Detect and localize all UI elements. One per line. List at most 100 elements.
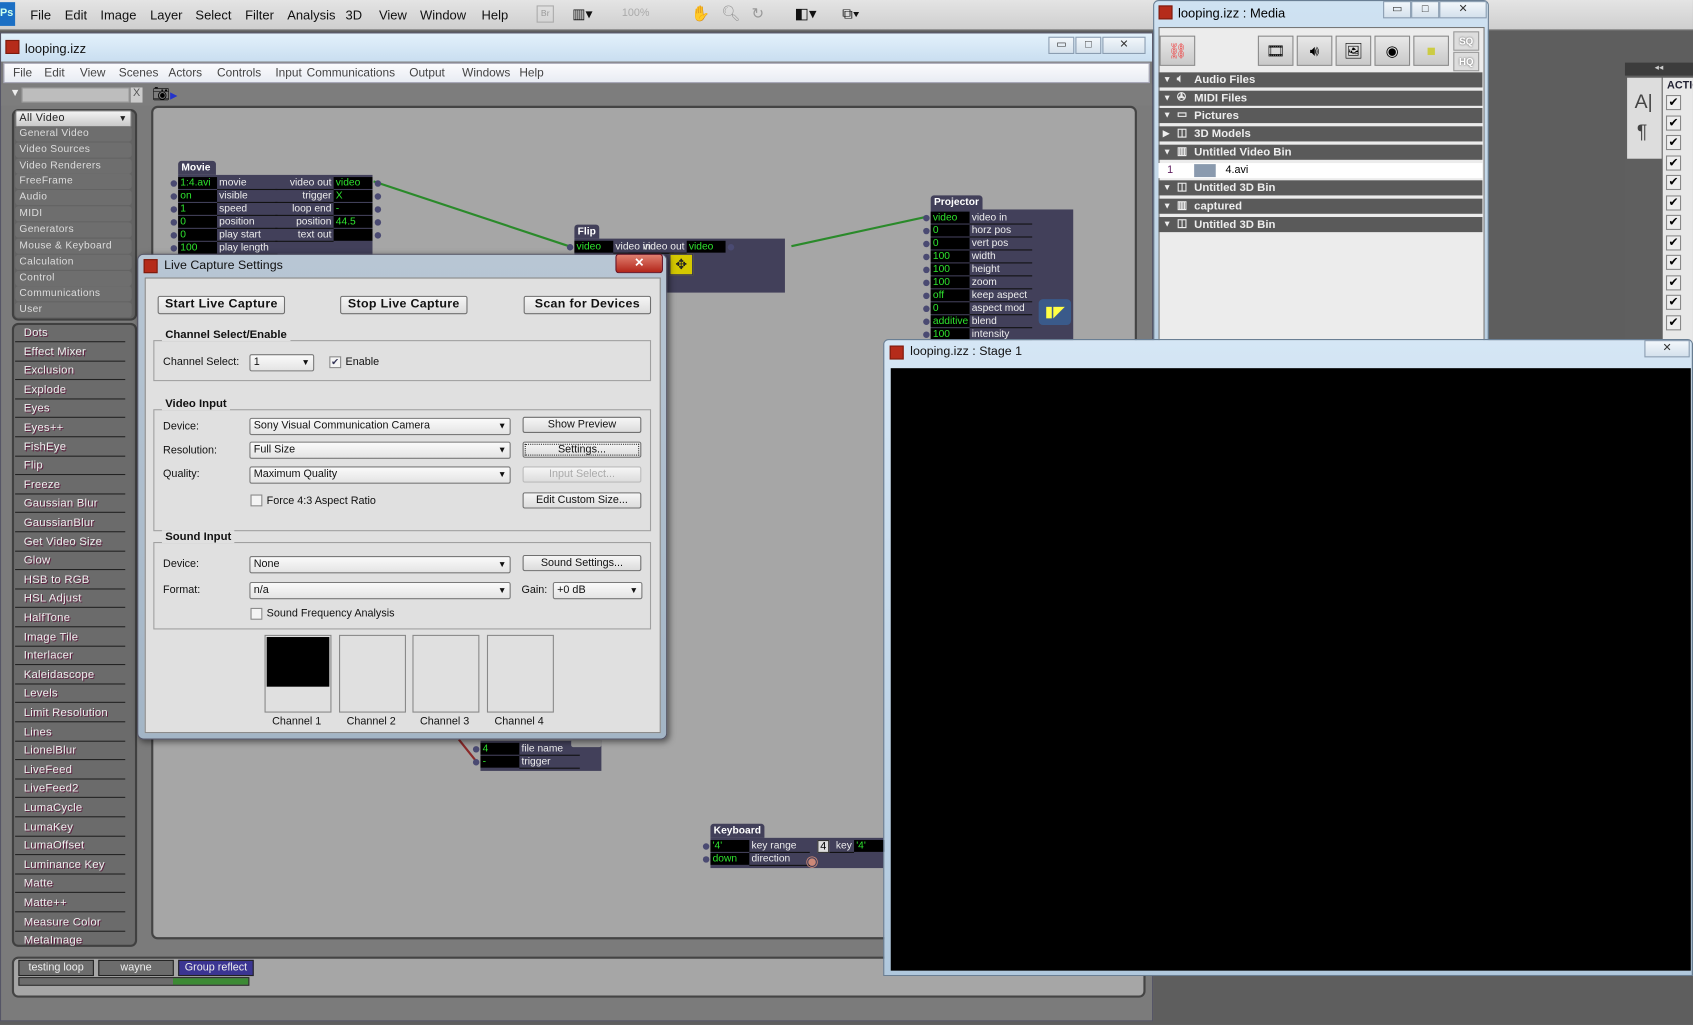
input-value[interactable]: off [930, 289, 970, 302]
input-port[interactable] [923, 214, 930, 222]
input-value[interactable]: 100 [930, 276, 970, 289]
input-port[interactable] [923, 292, 930, 300]
input-value[interactable]: 0 [930, 237, 970, 250]
channel-preview[interactable] [412, 634, 480, 713]
input-value[interactable]: 4 [480, 742, 520, 755]
sound-device-dropdown[interactable]: None [249, 556, 511, 574]
output-value: 44.5 [333, 215, 373, 228]
settings-button[interactable]: Settings... [522, 441, 642, 458]
input-select-button[interactable]: Input Select... [522, 466, 642, 483]
video-device-label: Device: [163, 421, 200, 433]
input-value[interactable]: '4' [710, 840, 750, 852]
input-value[interactable]: on [178, 190, 218, 202]
channel-preview[interactable] [339, 634, 406, 713]
input-value[interactable]: down [710, 852, 750, 865]
input-value[interactable]: 0 [178, 228, 218, 241]
output-value: video [333, 177, 373, 189]
actor-title: Projector [930, 195, 983, 210]
gain-dropdown[interactable]: +0 dB [552, 581, 643, 600]
input-port[interactable] [472, 759, 480, 766]
input-value[interactable]: 1 [178, 202, 218, 215]
force-aspect-label: Force 4:3 Aspect Ratio [266, 495, 376, 508]
channel-label: Channel 2 [346, 715, 396, 728]
input-port[interactable] [170, 245, 178, 252]
channel-preview[interactable] [264, 634, 332, 713]
edit-custom-size-button[interactable]: Edit Custom Size... [522, 492, 642, 509]
sound-frequency-checkbox[interactable] [250, 607, 263, 620]
sound-input-label: Sound Input [161, 530, 235, 544]
input-port[interactable] [923, 266, 930, 274]
input-port[interactable] [923, 318, 930, 325]
show-preview-button[interactable]: Show Preview [522, 416, 642, 433]
input-value[interactable]: video [574, 240, 614, 253]
scan-devices-button[interactable]: Scan for Devices [523, 295, 652, 315]
output-port[interactable] [374, 232, 382, 239]
input-value[interactable]: 0 [178, 215, 218, 228]
input-value[interactable]: 100 [930, 263, 970, 276]
trigger-button[interactable] [571, 739, 602, 748]
eye-icon: ◉ [805, 851, 819, 870]
close-button[interactable]: ✕ [1644, 340, 1690, 358]
input-port[interactable] [170, 219, 178, 226]
input-port[interactable] [923, 279, 930, 287]
stop-live-capture-button[interactable]: Stop Live Capture [340, 295, 468, 315]
actor-title: Keyboard Watcher [710, 823, 765, 849]
input-port[interactable] [923, 253, 930, 261]
input-port[interactable] [472, 746, 480, 753]
output-port[interactable] [727, 244, 735, 251]
resolution-dropdown[interactable]: Full Size [249, 441, 511, 459]
input-value[interactable]: 100 [178, 241, 218, 254]
input-value[interactable]: 1:4.avi [178, 177, 218, 189]
input-port[interactable] [702, 843, 710, 850]
enable-checkbox[interactable]: ✔ [329, 356, 342, 369]
input-label: movie [217, 177, 278, 191]
channel-preview[interactable] [486, 634, 554, 713]
wire-flip-to-projector[interactable] [791, 215, 926, 248]
input-port[interactable] [170, 232, 178, 239]
video-device-dropdown[interactable]: Sony Visual Communication Camera [249, 417, 511, 436]
channel-select-dropdown[interactable]: 1 [249, 354, 315, 372]
channel-label: Channel 1 [272, 715, 322, 728]
start-live-capture-button[interactable]: Start Live Capture [157, 295, 286, 315]
output-label: video out [275, 177, 334, 191]
input-port[interactable] [170, 206, 178, 213]
input-port[interactable] [702, 856, 710, 863]
input-port[interactable] [170, 193, 178, 200]
input-value[interactable]: 0 [930, 302, 970, 315]
input-label: play start [217, 229, 278, 242]
quality-dropdown[interactable]: Maximum Quality [249, 466, 511, 484]
sound-frequency-label: Sound Frequency Analysis [266, 607, 395, 620]
input-port[interactable] [923, 305, 930, 313]
input-value[interactable]: video [930, 211, 970, 224]
output-value [333, 228, 373, 241]
input-value[interactable]: - [480, 755, 520, 768]
input-port[interactable] [170, 180, 178, 187]
channel-label: Channel 4 [494, 715, 544, 728]
sound-settings-button[interactable]: Sound Settings... [522, 554, 642, 572]
input-label: keep aspect [969, 289, 1033, 303]
output-port[interactable] [374, 206, 382, 213]
quality-label: Quality: [163, 468, 200, 481]
input-label: speed [217, 203, 278, 216]
live-capture-dialog: Live Capture Settings ✕ Start Live Captu… [137, 253, 668, 740]
format-dropdown[interactable]: n/a [249, 581, 511, 600]
output-value: - [333, 202, 373, 215]
force-aspect-checkbox[interactable] [250, 494, 263, 507]
output-port[interactable] [374, 193, 382, 200]
input-label: trigger [519, 756, 580, 769]
output-port[interactable] [374, 219, 382, 226]
output-port[interactable] [374, 180, 382, 187]
input-value[interactable]: 0 [930, 224, 970, 237]
input-port[interactable] [566, 244, 574, 251]
input-value[interactable]: 100 [930, 250, 970, 263]
input-value[interactable]: additive [930, 315, 970, 328]
input-port[interactable] [923, 240, 930, 248]
input-label: width [969, 250, 1033, 264]
preview-image [266, 637, 330, 687]
input-port[interactable] [923, 227, 930, 235]
close-button[interactable]: ✕ [615, 253, 663, 274]
projector-icon: ▮◤ [1038, 299, 1072, 325]
wire-movieplayer-to-flip[interactable] [373, 180, 570, 248]
input-port[interactable] [923, 331, 930, 338]
stage-output [890, 368, 1691, 971]
